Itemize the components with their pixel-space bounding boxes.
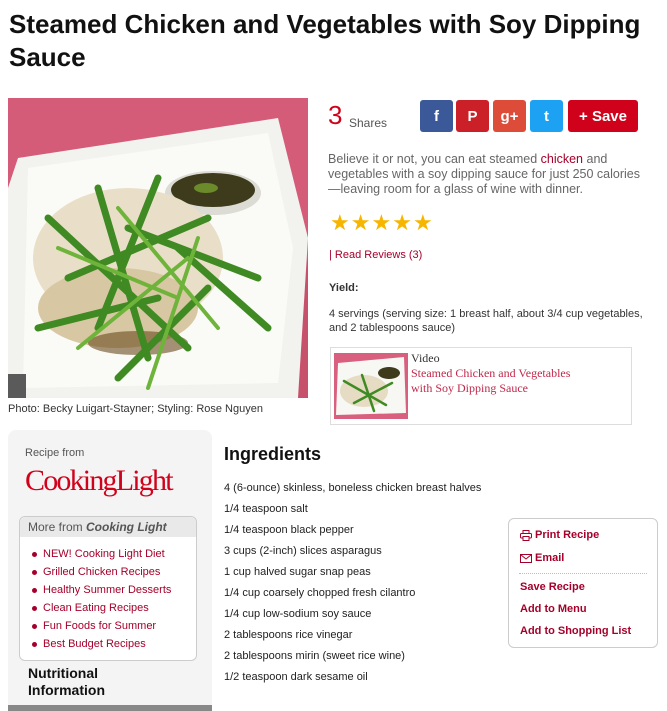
twitter-share-button[interactable]: t — [530, 100, 563, 132]
star-rating[interactable]: ★★★★★ — [330, 210, 434, 236]
ingredient-item: 1/4 teaspoon black pepper — [224, 524, 354, 536]
video-title-link[interactable]: Steamed Chicken and Vegetables with Soy … — [411, 366, 591, 396]
share-count: 3 — [328, 100, 343, 130]
ingredient-item: 1/4 cup low-sodium soy sauce — [224, 608, 372, 620]
video-thumbnail[interactable] — [334, 353, 408, 419]
ingredient-item: 1/4 cup coarsely chopped fresh cilantro — [224, 587, 416, 599]
google-plus-share-button[interactable]: g+ — [493, 100, 526, 132]
print-recipe-link[interactable]: Print Recipe — [520, 529, 599, 541]
facebook-icon: f — [434, 107, 439, 125]
facebook-share-button[interactable]: f — [420, 100, 453, 132]
more-link[interactable]: NEW! Cooking Light Diet — [43, 548, 165, 560]
ingredient-item: 2 tablespoons mirin (sweet rice wine) — [224, 650, 405, 662]
cooking-light-logo[interactable]: CookingLight — [25, 464, 174, 498]
bullet-icon — [32, 569, 37, 575]
email-label: Email — [535, 552, 565, 564]
photo-overlay-corner — [8, 374, 26, 398]
more-from-list: NEW! Cooking Light Diet Grilled Chicken … — [20, 537, 196, 653]
email-link[interactable]: Email — [520, 552, 564, 564]
recipe-photo[interactable] — [8, 98, 308, 398]
add-to-shopping-list-link[interactable]: Add to Shopping List — [520, 625, 631, 637]
print-recipe-label: Print Recipe — [535, 529, 600, 541]
more-link[interactable]: Healthy Summer Desserts — [43, 584, 171, 596]
list-item[interactable]: Best Budget Recipes — [32, 635, 196, 653]
pinterest-icon: P — [467, 107, 478, 125]
recipe-from-label: Recipe from — [25, 447, 85, 459]
more-from-heading: More from Cooking Light — [20, 517, 196, 537]
ingredients-heading: Ingredients — [224, 444, 322, 464]
star-icon: ★ — [412, 210, 434, 235]
share-label: Shares — [349, 116, 388, 130]
video-thumbnail-image — [334, 353, 408, 419]
ingredient-item: 3 cups (2-inch) slices asparagus — [224, 545, 382, 557]
more-from-box: More from Cooking Light NEW! Cooking Lig… — [19, 516, 197, 661]
yield-heading: Yield: — [329, 282, 359, 294]
ingredient-item: 1 cup halved sugar snap peas — [224, 566, 371, 578]
twitter-icon: t — [544, 107, 549, 125]
bullet-icon — [32, 623, 37, 629]
photo-illustration — [8, 98, 308, 398]
photo-credit: Photo: Becky Luigart-Stayner; Styling: R… — [8, 403, 263, 415]
bullet-icon — [32, 587, 37, 593]
actions-divider — [519, 573, 647, 574]
ingredient-item: 4 (6-ounce) skinless, boneless chicken b… — [224, 482, 482, 494]
envelope-icon — [520, 553, 532, 564]
list-item[interactable]: Healthy Summer Desserts — [32, 581, 196, 599]
yield-value: 4 servings (serving size: 1 breast half,… — [329, 308, 643, 334]
save-button[interactable]: + Save — [568, 100, 638, 132]
star-icon: ★ — [392, 210, 413, 235]
more-from-brand: Cooking Light — [86, 520, 167, 534]
bullet-icon — [32, 641, 37, 647]
nutrition-heading: Nutritional Information — [28, 665, 105, 698]
google-plus-icon: g+ — [500, 107, 519, 125]
recipe-title: Steamed Chicken and Vegetables with Soy … — [9, 9, 641, 72]
more-link[interactable]: Grilled Chicken Recipes — [43, 566, 160, 578]
star-icon: ★ — [371, 210, 393, 235]
more-link[interactable]: Clean Eating Recipes — [43, 602, 149, 614]
chicken-link[interactable]: chicken — [541, 152, 583, 166]
ingredients-list: 4 (6-ounce) skinless, boneless chicken b… — [224, 482, 504, 692]
ingredient-item: 1/4 teaspoon salt — [224, 503, 308, 515]
recipe-description: Believe it or not, you can eat steamed c… — [328, 152, 646, 197]
star-icon: ★ — [350, 210, 372, 235]
ingredient-item: 1/2 teaspoon dark sesame oil — [224, 671, 368, 683]
list-item[interactable]: Grilled Chicken Recipes — [32, 563, 196, 581]
list-item[interactable]: Fun Foods for Summer — [32, 617, 196, 635]
list-item[interactable]: NEW! Cooking Light Diet — [32, 545, 196, 563]
recipe-actions-box: Print Recipe Email Save Recipe Add to Me… — [508, 518, 658, 648]
sidebar: Recipe from CookingLight More from Cooki… — [8, 430, 212, 711]
bullet-icon — [32, 551, 37, 557]
save-recipe-link[interactable]: Save Recipe — [520, 581, 585, 593]
description-text-start: Believe it or not, you can eat steamed — [328, 152, 541, 166]
pinterest-share-button[interactable]: P — [456, 100, 489, 132]
list-item[interactable]: Clean Eating Recipes — [32, 599, 196, 617]
more-link[interactable]: Fun Foods for Summer — [43, 620, 156, 632]
more-link[interactable]: Best Budget Recipes — [43, 638, 146, 650]
nutrition-divider — [8, 705, 212, 711]
video-card[interactable]: Video Steamed Chicken and Vegetables wit… — [330, 347, 632, 425]
printer-icon — [520, 529, 532, 541]
video-label: Video — [411, 351, 440, 365]
read-reviews-link[interactable]: | Read Reviews (3) — [329, 249, 422, 261]
ingredient-item: 2 tablespoons rice vinegar — [224, 629, 353, 641]
star-icon: ★ — [330, 210, 351, 235]
more-from-prefix: More from — [28, 520, 87, 534]
add-to-menu-link[interactable]: Add to Menu — [520, 603, 587, 615]
bullet-icon — [32, 605, 37, 611]
